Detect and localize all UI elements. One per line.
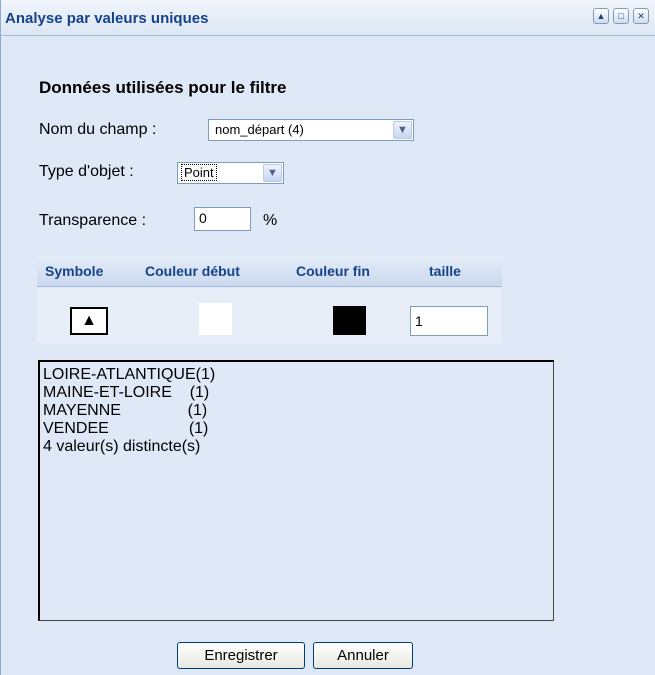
transparence-unit: % <box>263 212 278 229</box>
save-button[interactable]: Enregistrer <box>177 642 305 669</box>
window-title: Analyse par valeurs uniques <box>5 10 209 27</box>
type-objet-select[interactable]: Point ▼ <box>177 162 284 184</box>
list-item[interactable]: MAINE-ET-LOIRE (1) <box>43 384 553 402</box>
list-item[interactable]: 4 valeur(s) distincte(s) <box>43 438 553 456</box>
dialog-window: Analyse par valeurs uniques ▲ □ ✕ Donnée… <box>0 0 655 675</box>
taille-input[interactable]: 1 <box>410 306 488 336</box>
col-couleur-debut: Couleur début <box>145 263 240 279</box>
col-taille: taille <box>429 263 461 279</box>
values-listbox[interactable]: LOIRE-ATLANTIQUE(1) MAINE-ET-LOIRE (1) M… <box>38 360 554 621</box>
symbol-button[interactable]: ▲ <box>70 307 108 335</box>
maximize-icon[interactable]: □ <box>613 8 629 24</box>
nom-champ-select[interactable]: nom_départ (4) ▼ <box>208 119 414 141</box>
title-bar[interactable]: Analyse par valeurs uniques ▲ □ ✕ <box>1 0 655 36</box>
grid-row: ▲ 1 <box>37 288 502 343</box>
section-heading: Données utilisées pour le filtre <box>39 78 287 97</box>
type-objet-label: Type d'objet : <box>39 163 134 180</box>
nom-champ-label: Nom du champ : <box>39 121 157 138</box>
list-item[interactable]: VENDEE (1) <box>43 420 553 438</box>
start-color-swatch[interactable] <box>199 303 232 335</box>
list-item[interactable]: LOIRE-ATLANTIQUE(1) <box>43 366 553 384</box>
grid-header: Symbole Couleur début Couleur fin taille <box>37 256 502 287</box>
list-item[interactable]: MAYENNE (1) <box>43 402 553 420</box>
end-color-swatch[interactable] <box>333 306 366 335</box>
transparence-label: Transparence : <box>39 212 147 229</box>
close-icon[interactable]: ✕ <box>633 8 649 24</box>
collapse-icon[interactable]: ▲ <box>593 8 609 24</box>
chevron-down-icon[interactable]: ▼ <box>393 121 412 139</box>
type-objet-value: Point <box>181 164 217 181</box>
col-symbole: Symbole <box>45 263 104 279</box>
col-couleur-fin: Couleur fin <box>296 263 370 279</box>
cancel-button[interactable]: Annuler <box>313 642 413 669</box>
transparence-input[interactable]: 0 <box>194 207 251 231</box>
chevron-down-icon[interactable]: ▼ <box>263 164 282 182</box>
nom-champ-value: nom_départ (4) <box>215 122 304 137</box>
